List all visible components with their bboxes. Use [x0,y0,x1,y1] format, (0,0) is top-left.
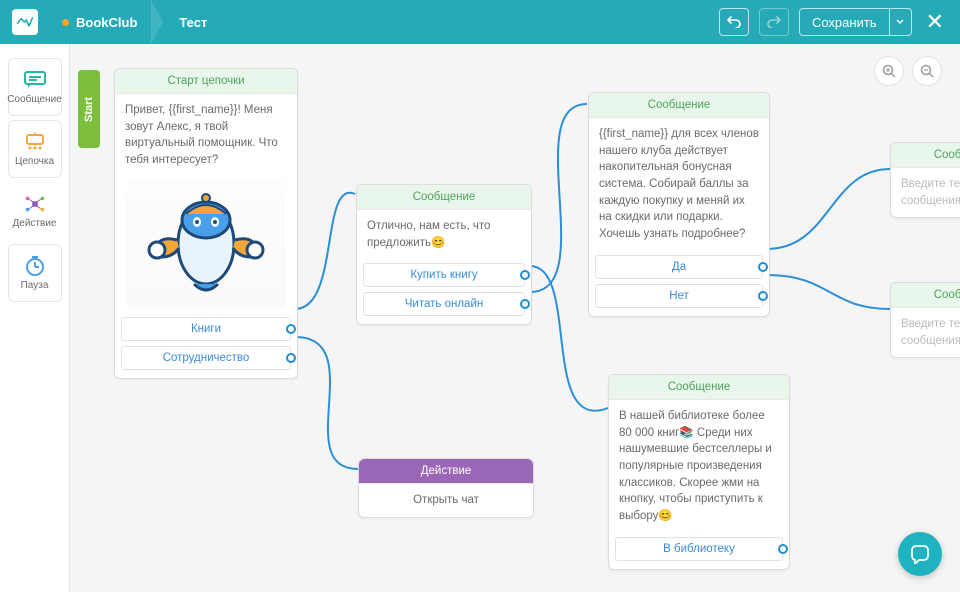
sidebar-item-label: Пауза [21,280,49,291]
chain-icon [23,132,47,152]
node-title: Старт цепочки [115,69,297,94]
node-placeholder[interactable]: Введите текст сообщения [891,168,960,217]
chevron-right-icon [151,0,163,44]
app-header: BookClub Тест Сохранить ✕ [0,0,960,44]
node-title: Сообщение [609,375,789,400]
node-title: Сообщение [891,283,960,308]
zoom-out-button[interactable] [912,56,942,86]
output-port[interactable] [758,291,768,301]
sidebar-item-label: Сообщение [7,94,61,105]
breadcrumb: BookClub Тест [48,0,221,44]
redo-button[interactable] [759,8,789,36]
robot-image [126,179,286,309]
node-message-offer[interactable]: Сообщение Отлично, нам есть, что предлож… [356,184,532,325]
node-body: {{first_name}} для всех членов нашего кл… [589,118,769,251]
pause-icon [23,256,47,276]
save-button[interactable]: Сохранить [799,8,890,36]
option-no[interactable]: Нет [595,284,763,308]
sidebar-item-pause[interactable]: Пауза [8,244,62,302]
start-tab[interactable]: Start [78,70,100,148]
breadcrumb-item-flow[interactable]: Тест [165,0,221,44]
option-cooperation[interactable]: Сотрудничество [121,346,291,370]
sidebar-item-label: Цепочка [15,156,54,167]
sidebar-item-action[interactable]: Действие [8,182,62,240]
message-icon [23,70,47,90]
node-message-empty-2[interactable]: Сообщение Введите текст сообщения [890,282,960,358]
chevron-down-icon [896,19,904,25]
option-label: Купить книгу [410,269,477,281]
sidebar-item-chain[interactable]: Цепочка [8,120,62,178]
node-body: Привет, {{first_name}}! Меня зовут Алекс… [115,94,297,177]
node-body: Открыть чат [359,484,533,517]
output-port[interactable] [286,324,296,334]
output-port[interactable] [758,262,768,272]
node-message-empty-1[interactable]: Сообщение Введите текст сообщения [890,142,960,218]
node-action-open-chat[interactable]: Действие Открыть чат [358,458,534,518]
status-dot-icon [62,19,69,26]
breadcrumb-item-project[interactable]: BookClub [48,0,151,44]
node-message-bonus[interactable]: Сообщение {{first_name}} для всех членов… [588,92,770,317]
option-books[interactable]: Книги [121,317,291,341]
node-title: Сообщение [891,143,960,168]
node-start[interactable]: Старт цепочки Привет, {{first_name}}! Ме… [114,68,298,379]
tool-sidebar: Сообщение Цепочка Действие Пауза [0,44,70,592]
option-label: Книги [191,323,221,335]
output-port[interactable] [520,270,530,280]
flow-canvas[interactable]: Start Старт цепочки Привет, {{first_name… [70,44,960,592]
option-label: Читать онлайн [405,298,483,310]
node-title: Действие [359,459,533,484]
node-placeholder[interactable]: Введите текст сообщения [891,308,960,357]
option-label: Сотрудничество [163,352,250,364]
node-title: Сообщение [589,93,769,118]
sidebar-item-label: Действие [13,218,57,229]
node-body: В нашей библиотеке более 80 000 книг📚 Ср… [609,400,789,533]
undo-button[interactable] [719,8,749,36]
option-read-online[interactable]: Читать онлайн [363,292,525,316]
logo-icon[interactable] [12,9,38,35]
action-icon [23,194,47,214]
node-message-library[interactable]: Сообщение В нашей библиотеке более 80 00… [608,374,790,570]
breadcrumb-label: Тест [179,15,207,30]
option-yes[interactable]: Да [595,255,763,279]
output-port[interactable] [286,353,296,363]
output-port[interactable] [520,299,530,309]
node-body: Отлично, нам есть, что предложить😊 [357,210,531,259]
sidebar-item-message[interactable]: Сообщение [8,58,62,116]
option-label: Нет [669,290,689,302]
option-label: Да [672,261,686,273]
chat-icon [910,544,930,564]
option-buy-book[interactable]: Купить книгу [363,263,525,287]
output-port[interactable] [778,544,788,554]
help-button[interactable] [898,532,942,576]
save-dropdown-button[interactable] [890,8,912,36]
breadcrumb-label: BookClub [76,15,137,30]
option-label: В библиотеку [663,543,735,555]
option-to-library[interactable]: В библиотеку [615,537,783,561]
zoom-in-button[interactable] [874,56,904,86]
close-button[interactable]: ✕ [922,9,948,35]
node-title: Сообщение [357,185,531,210]
